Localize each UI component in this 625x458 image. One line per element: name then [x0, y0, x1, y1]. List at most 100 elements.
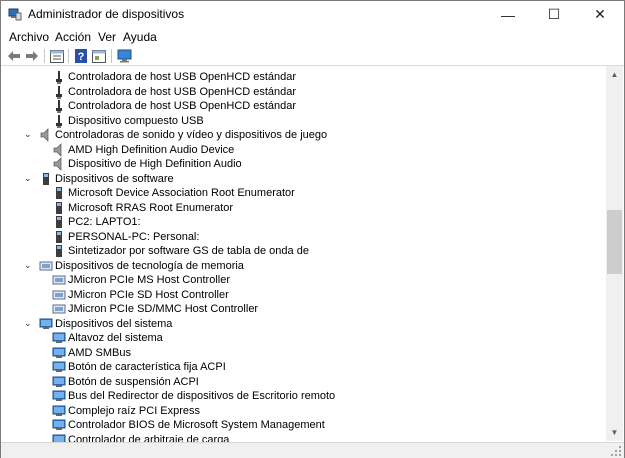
scroll-up-button[interactable]: ▲ — [606, 66, 623, 83]
scroll-down-button[interactable]: ▼ — [606, 424, 623, 441]
help-button[interactable]: ? — [73, 48, 89, 64]
expand-chevron-icon[interactable]: ⌄ — [24, 318, 33, 328]
scroll-thumb[interactable] — [607, 210, 622, 274]
tree-item[interactable]: AMD SMBus — [2, 346, 602, 360]
speaker-icon — [52, 157, 66, 171]
close-button[interactable]: ✕ — [577, 1, 623, 28]
tree-item[interactable]: Complejo raíz PCI Express — [2, 404, 602, 418]
device-tree[interactable]: Controladora de host USB OpenHCD estánda… — [2, 66, 606, 443]
tree-item[interactable]: Microsoft Device Association Root Enumer… — [2, 186, 602, 200]
show-hidden-icon — [92, 49, 106, 63]
tree-item-label: Dispositivo compuesto USB — [68, 114, 204, 127]
toolbar: ? — [1, 47, 624, 66]
tree-item-label: PERSONAL-PC: Personal: — [68, 230, 200, 243]
tree-item[interactable]: JMicron PCIe MS Host Controller — [2, 273, 602, 287]
tree-item[interactable]: Altavoz del sistema — [2, 331, 602, 345]
vertical-scrollbar[interactable]: ▲ ▼ — [606, 66, 623, 441]
menu-accion[interactable]: Acción — [55, 30, 91, 44]
device-icon — [52, 244, 66, 258]
tree-item[interactable]: PC2: LAPTO1: — [2, 215, 602, 229]
device-icon — [52, 201, 66, 215]
menu-ver[interactable]: Ver — [98, 30, 116, 44]
tree-item-label: Microsoft RRAS Root Enumerator — [68, 201, 234, 214]
tree-item[interactable]: Controlador BIOS de Microsoft System Man… — [2, 418, 602, 432]
tree-category[interactable]: ⌄ Controladoras de sonido y vídeo y dispo… — [2, 128, 602, 142]
tree-item-label: JMicron PCIe SD Host Controller — [68, 288, 229, 301]
device-icon — [52, 186, 66, 200]
tree-item[interactable]: Botón de suspensión ACPI — [2, 375, 602, 389]
tree-item-label: Controladora de host USB OpenHCD estánda… — [68, 71, 297, 83]
resize-grip-icon[interactable] — [610, 445, 622, 457]
computer-icon — [52, 346, 66, 360]
toolbar-separator — [44, 49, 45, 63]
expand-chevron-icon[interactable]: ⌄ — [24, 260, 33, 270]
help-icon: ? — [75, 49, 87, 63]
forward-button[interactable] — [24, 48, 40, 64]
tree-item[interactable]: PERSONAL-PC: Personal: — [2, 230, 602, 244]
tree-item-label: AMD High Definition Audio Device — [68, 143, 235, 156]
tree-item[interactable]: Microsoft RRAS Root Enumerator — [2, 201, 602, 215]
tree-item[interactable]: Dispositivo compuesto USB — [2, 114, 602, 128]
show-hidden-button[interactable] — [91, 48, 107, 64]
usb-connector-icon — [52, 114, 66, 128]
memory-card-icon — [39, 259, 53, 273]
close-icon: ✕ — [594, 6, 606, 22]
tree-item-label: JMicron PCIe SD/MMC Host Controller — [68, 303, 259, 315]
tree-item-label: Botón de suspensión ACPI — [68, 375, 199, 388]
tree-item[interactable]: JMicron PCIe SD Host Controller — [2, 288, 602, 302]
properties-button[interactable] — [49, 48, 65, 64]
tree-item[interactable]: Controladora de host USB OpenHCD estánda… — [2, 99, 602, 113]
tree-item[interactable]: Dispositivo de High Definition Audio — [2, 157, 602, 171]
menu-ayuda[interactable]: Ayuda — [123, 30, 157, 44]
usb-connector-icon — [52, 99, 66, 113]
tree-item[interactable]: Botón de característica fija ACPI — [2, 360, 602, 374]
tree-item[interactable]: Sintetizador por software GS de tabla de… — [2, 244, 602, 258]
back-button[interactable] — [6, 48, 22, 64]
speaker-icon — [52, 142, 66, 157]
tree-category[interactable]: ⌄ Dispositivos del sistema — [2, 317, 602, 331]
menu-archivo[interactable]: Archivo — [9, 30, 49, 44]
computer-icon — [52, 404, 66, 418]
tree-item-label: Dispositivo de High Definition Audio — [68, 158, 242, 170]
tree-item-label: Bus del Redirector de dispositivos de Es… — [68, 390, 336, 402]
tree-item[interactable]: JMicron PCIe SD/MMC Host Controller — [2, 302, 602, 316]
computer-icon — [52, 389, 66, 403]
computer-icon — [52, 375, 66, 389]
tree-item-label: PC2: LAPTO1: — [68, 216, 141, 228]
tree-item-label: Controladora de host USB OpenHCD estánda… — [68, 85, 297, 98]
computer-icon — [52, 418, 66, 432]
title-bar[interactable]: Administrador de dispositivos — ☐ ✕ — [1, 1, 624, 28]
tree-item-label: Microsoft Device Association Root Enumer… — [68, 187, 295, 199]
computer-icon — [39, 317, 53, 331]
tree-category[interactable]: ⌄ Dispositivos de software — [2, 172, 602, 186]
minimize-icon: — — [501, 6, 515, 23]
memory-card-icon — [52, 273, 66, 287]
tree-item-label: Sintetizador por software GS de tabla de… — [68, 245, 309, 257]
back-arrow-icon — [8, 51, 20, 61]
expand-chevron-icon[interactable]: ⌄ — [24, 130, 33, 139]
scan-hardware-button[interactable] — [116, 48, 132, 64]
tree-item-label: Dispositivos de tecnología de memoria — [55, 259, 244, 272]
minimize-button[interactable]: — — [485, 1, 531, 28]
tree-item[interactable]: AMD High Definition Audio Device — [2, 142, 602, 157]
expand-chevron-icon[interactable]: ⌄ — [24, 173, 33, 183]
tree-item-label: Botón de característica fija ACPI — [68, 361, 226, 373]
maximize-icon: ☐ — [547, 6, 561, 22]
device-icon — [39, 172, 53, 186]
tree-item-label: AMD SMBus — [68, 346, 131, 359]
maximize-button[interactable]: ☐ — [531, 1, 577, 28]
tree-item-label: Altavoz del sistema — [68, 332, 163, 344]
tree-category[interactable]: ⌄ Dispositivos de tecnología de memoria — [2, 259, 602, 273]
tree-item[interactable]: Bus del Redirector de dispositivos de Es… — [2, 389, 602, 403]
tree-item-label: Controlador BIOS de Microsoft System Man… — [68, 419, 325, 431]
monitor-icon — [117, 49, 131, 63]
status-bar — [1, 442, 624, 458]
device-manager-icon — [8, 8, 22, 21]
svg-text:?: ? — [78, 51, 85, 63]
toolbar-separator — [68, 49, 69, 63]
tree-item[interactable]: Controladora de host USB OpenHCD estánda… — [2, 70, 602, 84]
tree-item[interactable]: Controladora de host USB OpenHCD estánda… — [2, 85, 602, 99]
speaker-icon — [39, 128, 53, 142]
tree-item-label: Dispositivos del sistema — [55, 317, 173, 330]
device-manager-window: Administrador de dispositivos — ☐ ✕ Arch… — [0, 0, 625, 458]
